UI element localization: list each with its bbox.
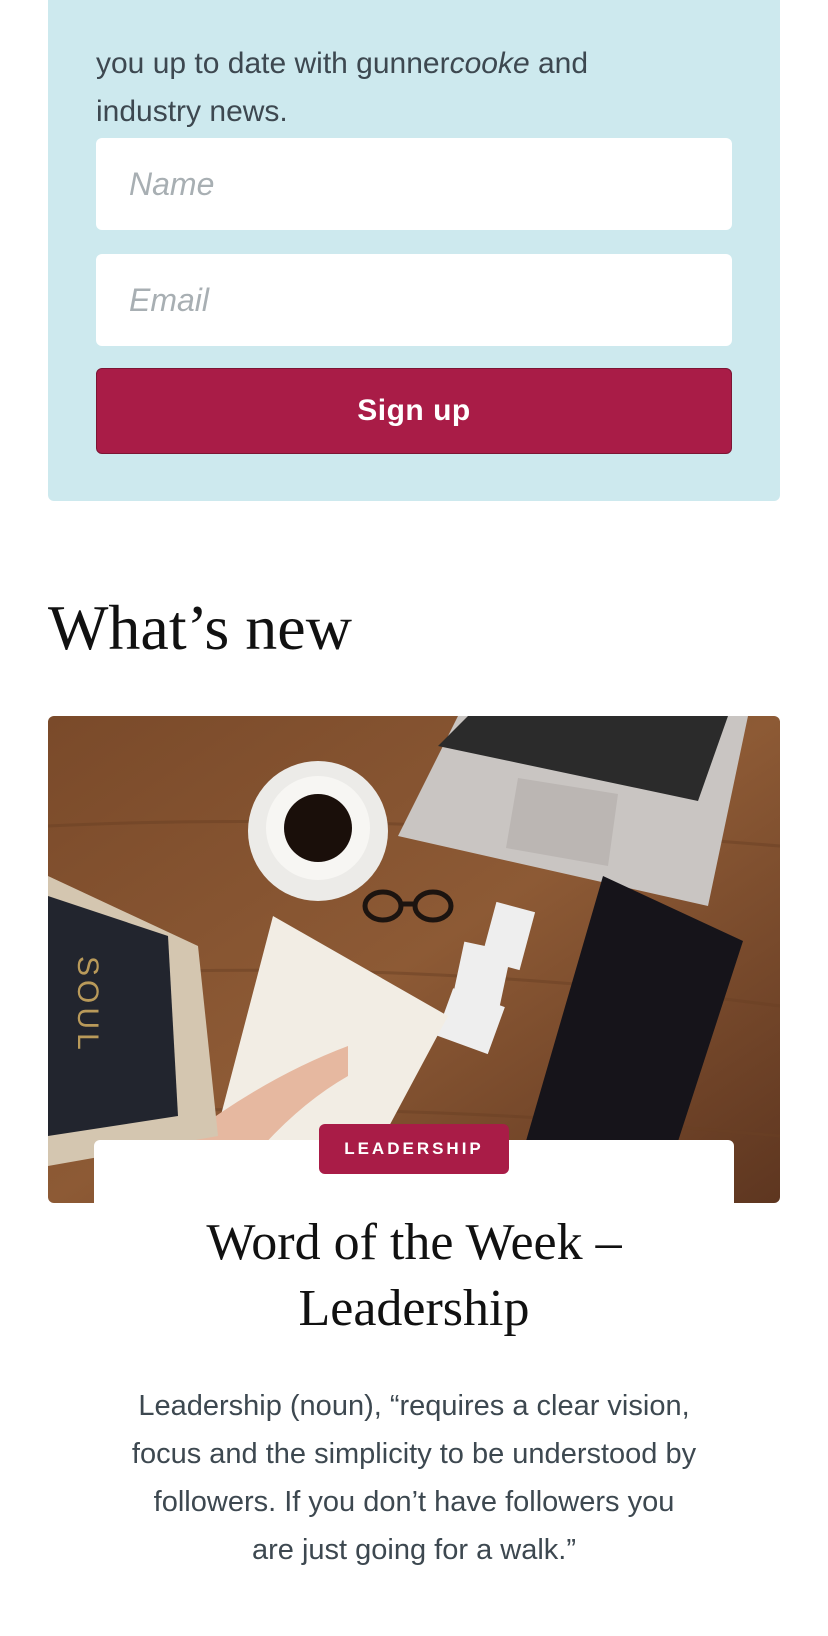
sign-up-button[interactable]: Sign up bbox=[96, 368, 732, 454]
article-excerpt: Leadership (noun), “requires a clear vis… bbox=[131, 1390, 697, 1566]
intro-text-part: you up to date with gunner bbox=[96, 47, 450, 80]
section-title-whats-new: What’s new bbox=[48, 592, 352, 663]
signup-intro-text: you up to date with gunnercooke and indu… bbox=[96, 40, 696, 136]
email-input[interactable] bbox=[96, 254, 732, 346]
name-input[interactable] bbox=[96, 138, 732, 230]
article-title[interactable]: Word of the Week – Leadership bbox=[94, 1210, 734, 1342]
coffee-cup-image bbox=[248, 761, 388, 901]
category-badge[interactable]: LEADERSHIP bbox=[319, 1124, 509, 1174]
brand-italic: cooke bbox=[449, 47, 530, 80]
book-spine-text: SOUL bbox=[71, 956, 104, 1054]
